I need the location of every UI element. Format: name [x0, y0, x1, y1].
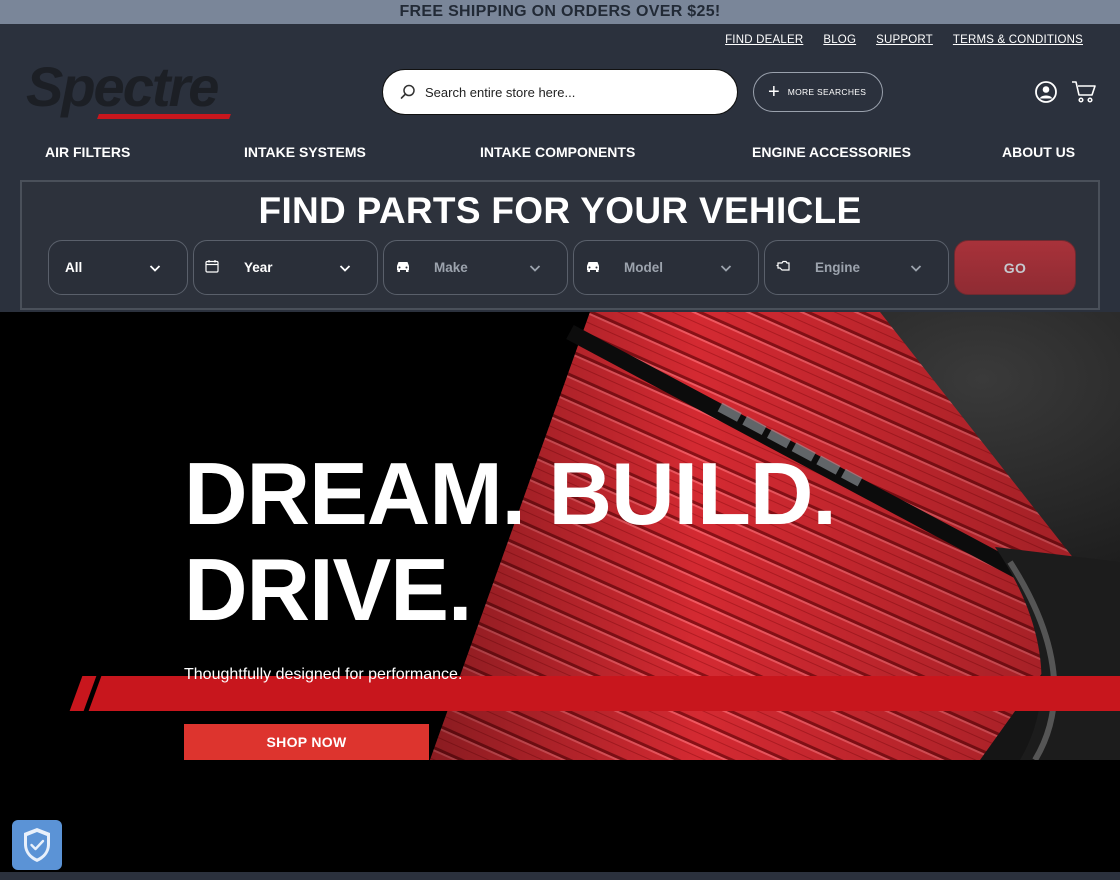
- utility-links: FIND DEALER BLOG SUPPORT TERMS & CONDITI…: [725, 34, 1083, 46]
- year-select[interactable]: Year: [193, 240, 378, 295]
- nav-intake-components[interactable]: INTAKE COMPONENTS: [480, 144, 635, 160]
- promo-banner: FREE SHIPPING ON ORDERS OVER $25!: [0, 0, 1120, 24]
- main-nav: AIR FILTERS INTAKE SYSTEMS INTAKE COMPON…: [0, 144, 1120, 166]
- terms-link[interactable]: TERMS & CONDITIONS: [953, 34, 1083, 46]
- logo-text: Spectre: [26, 55, 219, 118]
- car-icon: [585, 259, 599, 273]
- model-select-value: Model: [624, 260, 663, 275]
- hero-headline-line1: DREAM. BUILD.: [184, 444, 837, 543]
- make-select[interactable]: Make: [383, 240, 568, 295]
- logo-underline: [97, 114, 231, 119]
- nav-about-us[interactable]: ABOUT US: [1002, 144, 1075, 160]
- hero-banner: DREAM. BUILD. DRIVE. Thoughtfully design…: [0, 312, 1120, 872]
- bottom-bar: [0, 872, 1120, 880]
- category-select[interactable]: All: [48, 240, 188, 295]
- make-select-value: Make: [434, 260, 468, 275]
- chevron-down-icon: [720, 261, 732, 273]
- vehicle-finder: FIND PARTS FOR YOUR VEHICLE All Year Mak…: [20, 180, 1100, 310]
- engine-select[interactable]: Engine: [764, 240, 949, 295]
- blog-link[interactable]: BLOG: [823, 34, 856, 46]
- spectre-logo[interactable]: Spectre: [26, 58, 246, 120]
- calendar-icon: [205, 259, 219, 273]
- engine-select-value: Engine: [815, 260, 861, 275]
- chevron-down-icon: [149, 261, 161, 273]
- plus-icon: +: [768, 81, 780, 103]
- shield-check-icon: [12, 828, 62, 874]
- hero-headline-line2: DRIVE.: [184, 540, 472, 639]
- category-select-value: All: [65, 260, 83, 275]
- find-dealer-link[interactable]: FIND DEALER: [725, 34, 803, 46]
- account-icon[interactable]: [1035, 81, 1057, 103]
- chevron-down-icon: [910, 261, 922, 273]
- cart-icon[interactable]: [1071, 80, 1097, 104]
- chevron-down-icon: [529, 261, 541, 273]
- privacy-shield-button[interactable]: [12, 820, 62, 870]
- nav-air-filters[interactable]: AIR FILTERS: [45, 144, 130, 160]
- car-icon: [395, 259, 409, 273]
- more-searches-button[interactable]: + MORE SEARCHES: [753, 72, 883, 112]
- search-icon: [399, 83, 417, 101]
- finder-title: FIND PARTS FOR YOUR VEHICLE: [258, 190, 862, 231]
- engine-icon: [776, 259, 790, 273]
- nav-engine-accessories[interactable]: ENGINE ACCESSORIES: [752, 144, 911, 160]
- more-searches-label: MORE SEARCHES: [787, 87, 867, 97]
- hero-headline: DREAM. BUILD. DRIVE.: [184, 444, 837, 639]
- search-input[interactable]: [425, 84, 715, 100]
- search-bar[interactable]: [382, 69, 738, 115]
- shop-now-button[interactable]: SHOP NOW: [184, 724, 429, 760]
- year-select-value: Year: [244, 260, 273, 275]
- support-link[interactable]: SUPPORT: [876, 34, 933, 46]
- model-select[interactable]: Model: [573, 240, 759, 295]
- site-header: FIND DEALER BLOG SUPPORT TERMS & CONDITI…: [0, 24, 1120, 312]
- chevron-down-icon: [339, 261, 351, 273]
- go-button[interactable]: GO: [954, 240, 1076, 295]
- nav-intake-systems[interactable]: INTAKE SYSTEMS: [244, 144, 366, 160]
- hero-subhead: Thoughtfully designed for performance.: [184, 666, 463, 683]
